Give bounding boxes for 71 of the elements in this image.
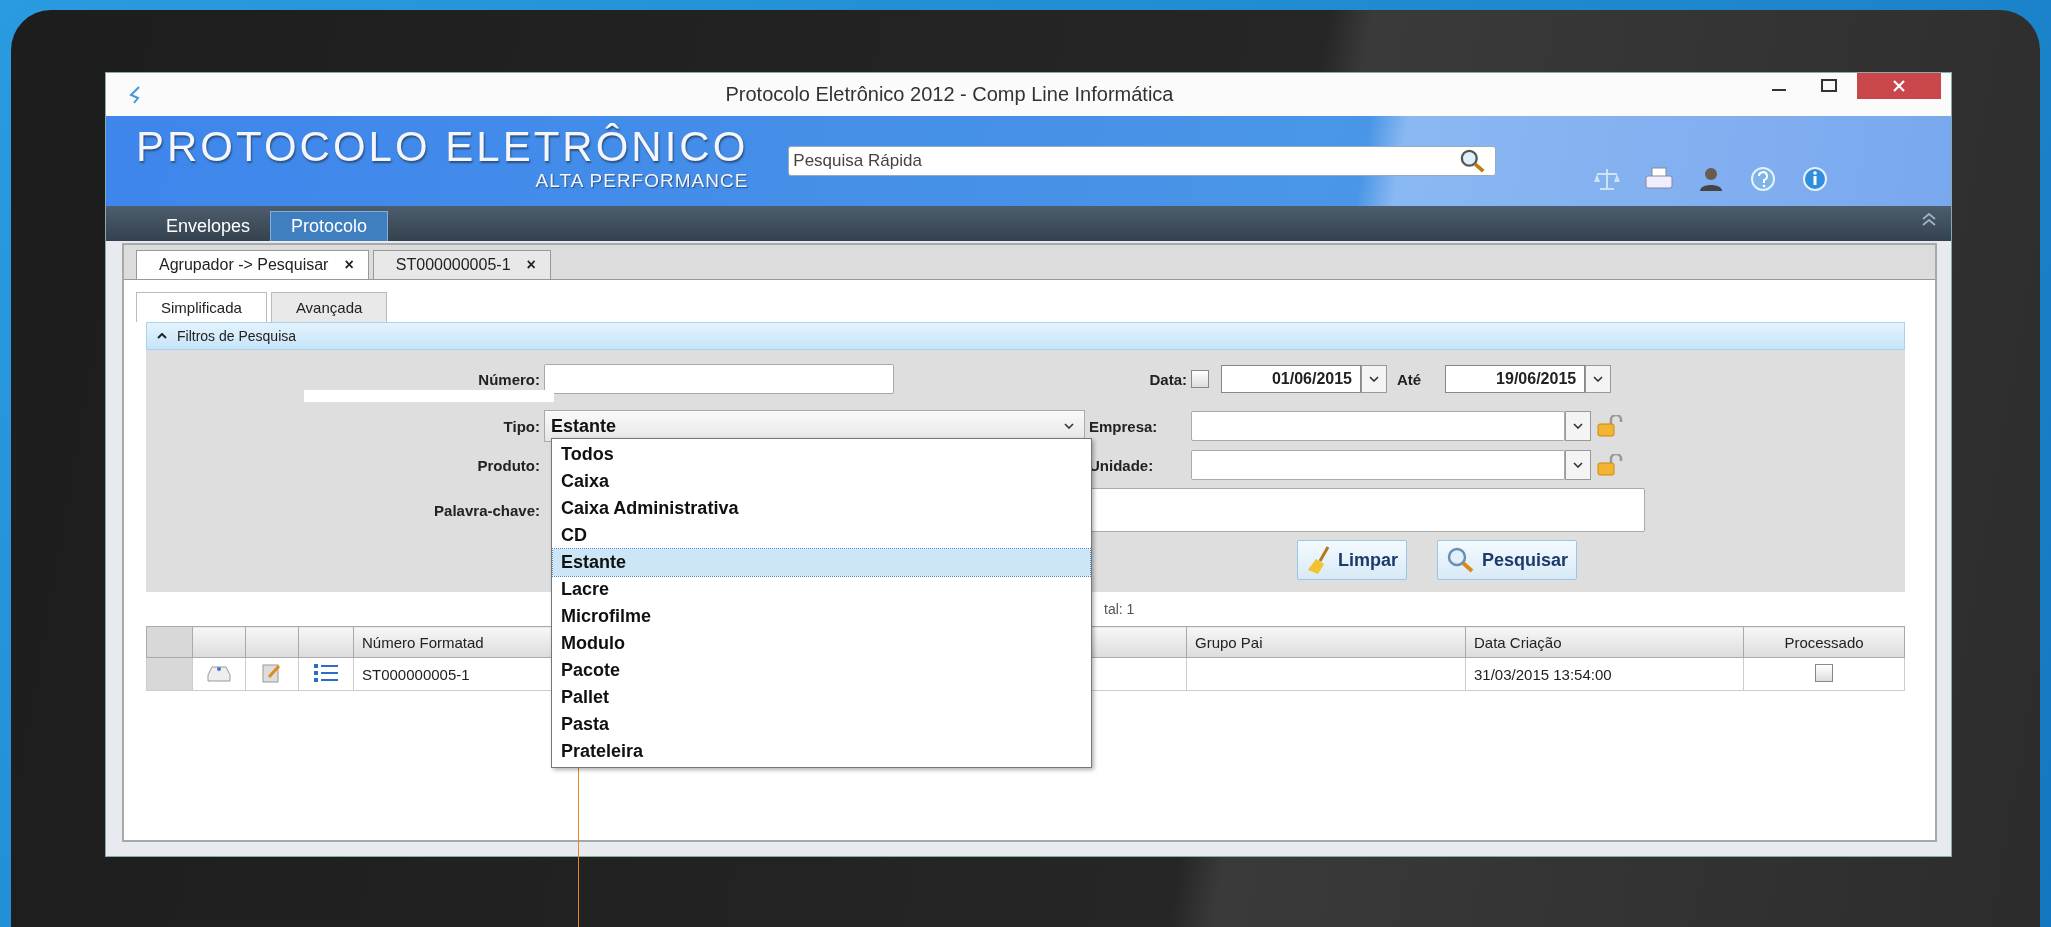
printer-icon[interactable] — [1644, 166, 1675, 192]
company-dropdown-button[interactable] — [1565, 411, 1591, 441]
close-icon — [1892, 79, 1906, 93]
field-label: Produto: — [476, 456, 541, 474]
search-icon — [1446, 546, 1476, 574]
dropdown-option[interactable]: Prateleira — [553, 738, 1090, 765]
date-to-field[interactable]: 19/06/2015 — [1445, 365, 1586, 393]
nav-tab[interactable]: Envelopes — [146, 211, 271, 241]
tab-label[interactable]: ST000000005-1 — [395, 256, 511, 274]
company-input[interactable] — [1191, 411, 1565, 441]
tab-label[interactable]: Agrupador -> Pesquisar — [159, 256, 329, 274]
close-button[interactable] — [1857, 73, 1941, 99]
dropdown-option[interactable]: Modulo — [553, 630, 1090, 657]
dropdown-option[interactable]: Microfilme — [553, 603, 1090, 630]
dropdown-option[interactable]: Lacre — [553, 576, 1090, 603]
broom-icon — [1306, 545, 1332, 575]
search-mode-tab[interactable]: Avançada — [270, 292, 388, 322]
date-checkbox[interactable] — [1191, 370, 1209, 388]
field-label: Número: — [477, 370, 541, 388]
window-title: Protocolo Eletrônico 2012 - Comp Line Informática — [724, 83, 1175, 106]
caret-down-icon — [1064, 423, 1074, 429]
date-dropdown-button[interactable] — [1585, 365, 1612, 393]
filter-title: Filtros de Pesquisa — [177, 328, 297, 344]
search-mode-tab[interactable]: Simplificada — [136, 292, 267, 322]
date-from-field[interactable]: 01/06/2015 — [1221, 365, 1361, 393]
field-label: Tipo: — [502, 417, 541, 435]
edit-icon[interactable] — [261, 661, 283, 684]
caret-down-icon — [1593, 376, 1604, 382]
field-label: Data: — [1148, 370, 1188, 388]
quick-search-field[interactable]: Pesquisa Rápida — [788, 146, 1497, 176]
document-tab[interactable]: Agrupador -> Pesquisar × — [136, 250, 369, 279]
dropdown-option[interactable]: Caixa Administrativa — [553, 495, 1090, 522]
minimize-icon — [1772, 89, 1786, 91]
total-count: tal: 1 — [1104, 601, 1135, 617]
nav-tab[interactable]: Protocolo — [270, 211, 389, 241]
padlock-icon[interactable] — [1597, 454, 1623, 476]
column-header[interactable]: Grupo Pai — [1186, 626, 1466, 658]
app-icon — [128, 84, 142, 105]
caret-down-icon — [1369, 376, 1379, 382]
field-label: Até — [1396, 370, 1423, 388]
close-tab-button[interactable]: × — [344, 256, 354, 274]
dropdown-option[interactable]: CD — [553, 522, 1090, 549]
dropdown-option[interactable]: Pacote — [553, 657, 1090, 684]
unit-dropdown-button[interactable] — [1565, 450, 1591, 480]
dropdown-option[interactable]: Caixa — [553, 468, 1090, 495]
unit-input[interactable] — [1191, 450, 1565, 480]
close-tab-button[interactable]: × — [526, 256, 536, 274]
dropdown-option[interactable]: Estante — [553, 549, 1090, 576]
maximize-icon — [1821, 79, 1837, 93]
number-input[interactable] — [544, 364, 894, 394]
clear-button[interactable]: Limpar — [1297, 540, 1407, 580]
dropdown-option[interactable]: Pasta — [553, 711, 1090, 738]
date-dropdown-button[interactable] — [1361, 365, 1387, 393]
caret-up-icon — [157, 333, 167, 339]
caret-down-icon — [1573, 423, 1583, 429]
list-icon[interactable] — [313, 661, 339, 684]
filter-header[interactable]: Filtros de Pesquisa — [146, 322, 1905, 350]
field-label: Palavra-chave: — [433, 501, 541, 519]
column-header[interactable]: Processado — [1743, 626, 1905, 658]
processed-checkbox[interactable] — [1815, 663, 1833, 682]
app-title: PROTOCOLO ELETRÔNICO — [136, 124, 749, 170]
field-label: Empresa: — [1088, 417, 1159, 435]
app-subtitle: ALTA PERFORMANCE — [535, 170, 749, 192]
caret-down-icon — [1573, 462, 1583, 468]
column-header[interactable]: Data Criação — [1465, 626, 1744, 658]
collapse-icon[interactable] — [1921, 211, 1937, 227]
padlock-icon[interactable] — [1597, 415, 1623, 437]
table-cell: 31/03/2015 13:54:00 — [1465, 657, 1744, 691]
document-tab[interactable]: ST000000005-1 × — [372, 250, 551, 279]
search-button[interactable]: Pesquisar — [1437, 540, 1578, 580]
dropdown-option[interactable]: Todos — [553, 441, 1090, 468]
